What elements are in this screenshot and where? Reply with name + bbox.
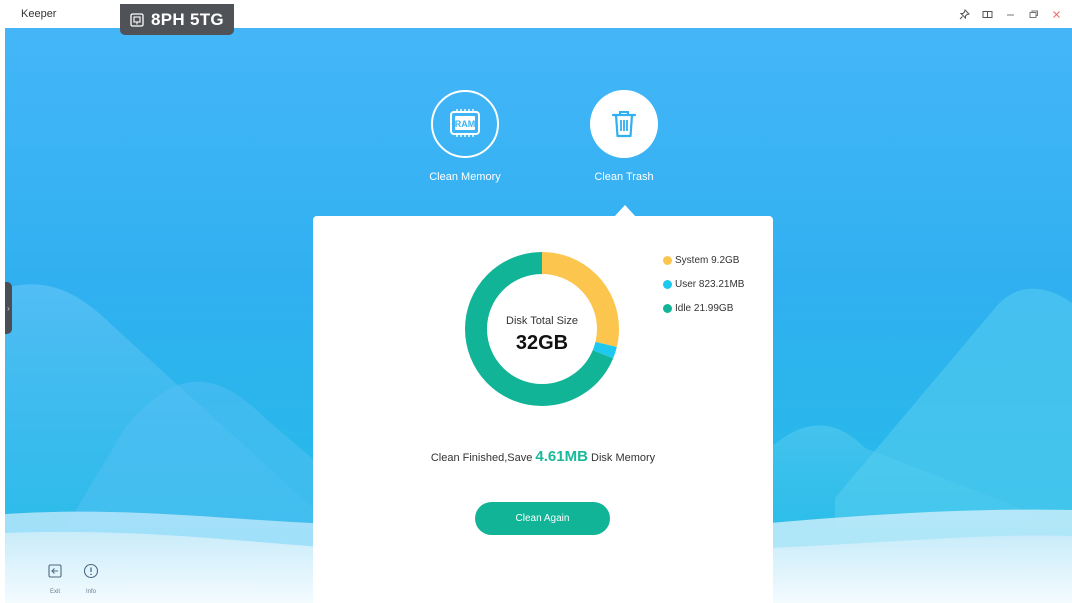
result-suffix: Disk Memory xyxy=(591,452,656,464)
info-button[interactable]: Info xyxy=(76,563,106,595)
minimize-icon[interactable] xyxy=(1003,8,1018,21)
result-panel: Disk Total Size 32GB System 9.2GB User 8… xyxy=(313,216,773,603)
window-controls xyxy=(957,8,1064,21)
donut-center: Disk Total Size 32GB xyxy=(463,250,621,408)
exit-button[interactable]: Exit xyxy=(40,563,70,595)
legend-idle: Idle 21.99GB xyxy=(663,302,744,315)
info-icon xyxy=(83,563,99,579)
clean-trash-circle xyxy=(590,90,658,158)
legend-user: User 823.21MB xyxy=(663,278,744,291)
keyboard-badge: 8PH 5TG xyxy=(120,4,234,35)
clean-memory-label: Clean Memory xyxy=(429,171,501,183)
clean-trash-label: Clean Trash xyxy=(594,171,654,183)
legend-label-idle: Idle 21.99GB xyxy=(675,303,734,314)
legend-dot-user xyxy=(663,280,672,289)
exit-label: Exit xyxy=(49,589,60,595)
clean-result-message: Clean Finished,Save 4.61MB Disk Memory xyxy=(313,448,773,465)
legend-label-system: System 9.2GB xyxy=(675,255,740,266)
restore-icon[interactable] xyxy=(1026,8,1041,21)
trash-icon xyxy=(611,111,637,138)
keyboard-shortcut-icon xyxy=(130,12,144,27)
legend-system: System 9.2GB xyxy=(663,254,744,267)
legend-dot-system xyxy=(663,256,672,265)
badge-text: 8PH 5TG xyxy=(151,9,224,29)
chart-legend: System 9.2GB User 823.21MB Idle 21.99GB xyxy=(663,254,744,326)
clean-memory-button[interactable]: RAM Clean Memory xyxy=(405,90,525,183)
clean-trash-button[interactable]: Clean Trash xyxy=(564,90,684,183)
close-icon[interactable] xyxy=(1049,8,1064,21)
split-view-icon[interactable] xyxy=(980,8,995,21)
info-label: Info xyxy=(85,589,96,595)
pin-icon[interactable] xyxy=(957,8,972,21)
disk-total-value: 32GB xyxy=(515,332,569,354)
ram-chip-text: RAM xyxy=(455,119,476,129)
ram-chip-icon: RAM xyxy=(450,109,480,137)
result-saved-value: 4.61MB xyxy=(535,448,588,465)
result-prefix: Clean Finished,Save xyxy=(430,452,533,464)
legend-dot-idle xyxy=(663,304,672,313)
clean-again-button[interactable]: Clean Again xyxy=(475,502,610,535)
legend-label-user: User 823.21MB xyxy=(675,279,745,290)
clean-memory-circle: RAM xyxy=(431,90,499,158)
disk-total-caption: Disk Total Size xyxy=(506,315,578,327)
side-expand-tab[interactable]: › xyxy=(5,282,12,334)
app-title: Keeper xyxy=(21,8,57,20)
exit-icon xyxy=(48,564,62,578)
